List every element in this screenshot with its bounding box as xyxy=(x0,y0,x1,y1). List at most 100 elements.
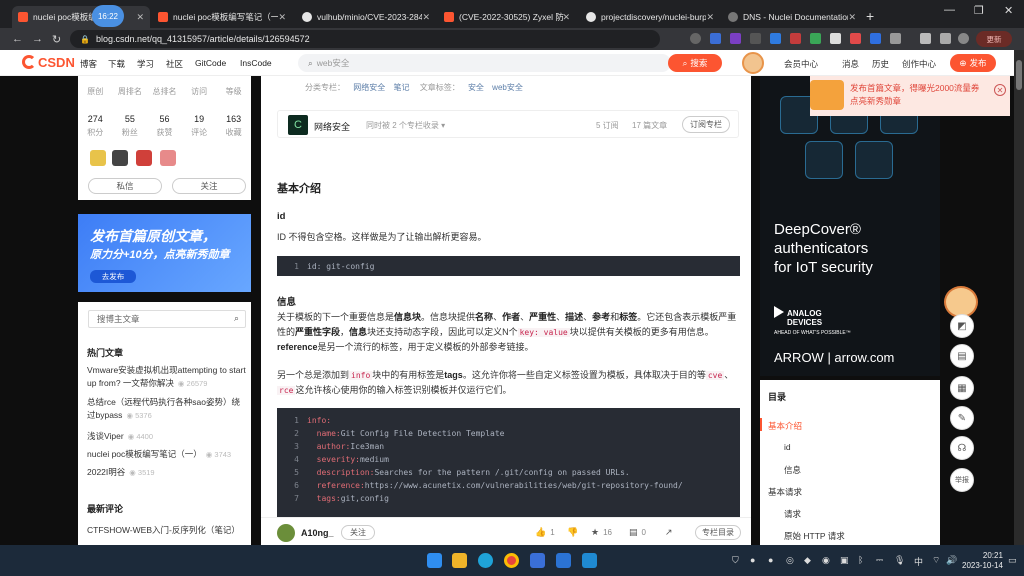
chart-icon[interactable]: ◩ xyxy=(950,314,974,338)
code-block-info[interactable]: 1 info: 2 name: Git Config File Detection… xyxy=(277,408,740,518)
extension-icon[interactable] xyxy=(790,33,801,44)
right-advertisement[interactable]: DeepCover® authenticators for IoT securi… xyxy=(760,76,940,376)
toc-item[interactable]: 原始 HTTP 请求 xyxy=(784,530,845,542)
microphone-icon[interactable]: 🎙 xyxy=(894,555,905,566)
extension-icon[interactable] xyxy=(810,33,821,44)
extensions-puzzle-icon[interactable] xyxy=(920,33,931,44)
edge-icon[interactable] xyxy=(478,553,493,568)
csdn-logo[interactable]: CSDN xyxy=(22,55,75,70)
tray-app-icon[interactable]: ◎ xyxy=(786,555,794,566)
column-logo[interactable]: C xyxy=(288,115,308,135)
promo-publish-button[interactable]: 去发布 xyxy=(90,270,136,283)
bluetooth-icon[interactable]: ᛒ xyxy=(858,555,863,565)
search-button[interactable]: ⌕ 搜索 xyxy=(668,54,722,72)
code-block-id[interactable]: 1 id: git-config xyxy=(277,256,740,276)
extension-icon[interactable] xyxy=(730,33,741,44)
follow-author-button[interactable]: 关注 xyxy=(341,525,375,540)
toc-item[interactable]: 基本请求 xyxy=(768,486,802,498)
extension-icon[interactable] xyxy=(850,33,861,44)
tab[interactable]: DNS - Nuclei Documentation ✕ xyxy=(722,6,862,28)
tab[interactable]: nuclei poc模板编写笔记（一） ✕ xyxy=(152,6,292,28)
extension-icon[interactable] xyxy=(710,33,721,44)
tab[interactable]: vulhub/minio/CVE-2023-2843 ✕ xyxy=(296,6,436,28)
author-avatar[interactable] xyxy=(277,524,295,542)
stat-comments[interactable]: 19 评论 xyxy=(182,114,217,138)
badge-icon[interactable] xyxy=(90,150,106,166)
user-avatar[interactable] xyxy=(742,52,764,74)
close-icon[interactable]: ✕ xyxy=(136,12,144,23)
volume-icon[interactable]: 🔊 xyxy=(946,555,957,566)
scrollbar-thumb[interactable] xyxy=(1016,60,1022,90)
toc-item[interactable]: 信息 xyxy=(784,464,801,476)
dislike-icon[interactable]: 👎 xyxy=(567,527,578,538)
windows-start-icon[interactable] xyxy=(427,553,442,568)
document-icon[interactable]: ▤ xyxy=(950,344,974,368)
nav-community[interactable]: 社区 xyxy=(166,58,183,70)
subscribe-column-button[interactable]: 订阅专栏 xyxy=(682,116,730,133)
publish-button[interactable]: ⊕ 发布 xyxy=(950,54,996,72)
reload-icon[interactable]: ↻ xyxy=(52,33,61,46)
search-icon[interactable]: ⌕ xyxy=(234,313,239,324)
badge-icon[interactable] xyxy=(160,150,176,166)
nav-creation-center[interactable]: 创作中心 xyxy=(902,58,936,70)
toc-item[interactable]: 请求 xyxy=(784,508,801,520)
extension-icon[interactable] xyxy=(890,33,901,44)
stat-week-rank[interactable]: 周排名 xyxy=(113,76,148,97)
private-message-button[interactable]: 私信 xyxy=(88,178,162,194)
publish-notification[interactable]: 发布首篇文章，得曝光2000流量券 点亮新秀勋章 ✕ xyxy=(810,76,1010,116)
defender-icon[interactable]: ⛉ xyxy=(732,555,739,566)
like-button[interactable]: 👍 1 xyxy=(535,527,555,538)
close-window-button[interactable]: ✕ xyxy=(1004,4,1013,17)
extension-icon[interactable] xyxy=(830,33,841,44)
column-toc-button[interactable]: 专栏目录 xyxy=(695,525,741,540)
share-icon[interactable]: ↗ xyxy=(665,527,673,538)
system-clock[interactable]: 20:21 2023-10-14 xyxy=(962,551,1003,571)
author-name[interactable]: A10ng_ xyxy=(301,528,334,538)
stat-favorites[interactable]: 163 收藏 xyxy=(216,114,251,138)
report-button[interactable]: 举报 xyxy=(950,468,974,492)
app-icon[interactable]: ▦ xyxy=(950,376,974,400)
back-icon[interactable]: ← xyxy=(12,33,23,45)
tray-app-icon[interactable]: ◆ xyxy=(804,555,811,566)
customer-service-icon[interactable]: ☊ xyxy=(950,436,974,460)
comment-button[interactable]: ▤ 0 xyxy=(629,527,646,538)
network-icon[interactable]: ⎓ xyxy=(876,555,883,566)
tab-active[interactable]: nuclei poc模板编写笔记 ✕ xyxy=(12,6,150,28)
tab[interactable]: projectdiscovery/nuclei-burp ✕ xyxy=(580,6,720,28)
column-name[interactable]: 网络安全 xyxy=(314,120,350,133)
chrome-icon[interactable] xyxy=(504,553,519,568)
update-button[interactable]: 更新 xyxy=(976,31,1012,47)
nav-history[interactable]: 历史 xyxy=(872,58,889,70)
extension-icon[interactable] xyxy=(870,33,881,44)
toc-item[interactable]: id xyxy=(784,442,791,452)
stat-points[interactable]: 274 积分 xyxy=(78,114,113,138)
extension-icon[interactable] xyxy=(690,33,701,44)
close-icon[interactable]: ✕ xyxy=(994,84,1006,96)
favorite-button[interactable]: ★ 16 xyxy=(591,527,612,538)
profile-icon[interactable] xyxy=(958,33,969,44)
app-icon[interactable] xyxy=(530,553,545,568)
page-scrollbar[interactable] xyxy=(1014,50,1024,545)
nav-gitcode[interactable]: GitCode xyxy=(195,58,226,68)
close-icon[interactable]: ✕ xyxy=(848,12,856,23)
follow-button[interactable]: 关注 xyxy=(172,178,246,194)
address-bar[interactable]: 🔒 blog.csdn.net/qq_41315957/article/deta… xyxy=(70,30,660,48)
app-icon[interactable] xyxy=(556,553,571,568)
blog-search-input[interactable]: 搜博主文章 ⌕ xyxy=(88,310,246,328)
stat-level[interactable]: 等级 xyxy=(216,76,251,97)
forward-icon[interactable]: → xyxy=(32,33,43,45)
new-tab-button[interactable]: + xyxy=(866,8,874,24)
tray-app-icon[interactable]: ● xyxy=(750,555,755,565)
badge-icon[interactable] xyxy=(112,150,128,166)
nav-learn[interactable]: 学习 xyxy=(137,58,154,70)
comment-item[interactable]: CTFSHOW-WEB入门-反序列化（笔记） xyxy=(87,524,247,537)
stat-likes[interactable]: 56 获赞 xyxy=(147,114,182,138)
close-icon[interactable]: ✕ xyxy=(422,12,430,23)
minimize-button[interactable]: — xyxy=(944,4,955,16)
tray-app-icon[interactable]: ● xyxy=(768,555,773,565)
hot-article-item[interactable]: Vmware安装虚拟机出现attempting to start up from… xyxy=(87,364,247,390)
hot-article-item[interactable]: 浅谈Viper ◉ 4400 xyxy=(87,430,247,443)
extension-icon[interactable] xyxy=(750,33,761,44)
close-icon[interactable]: ✕ xyxy=(278,12,286,23)
ime-indicator[interactable]: 中 xyxy=(914,555,923,568)
